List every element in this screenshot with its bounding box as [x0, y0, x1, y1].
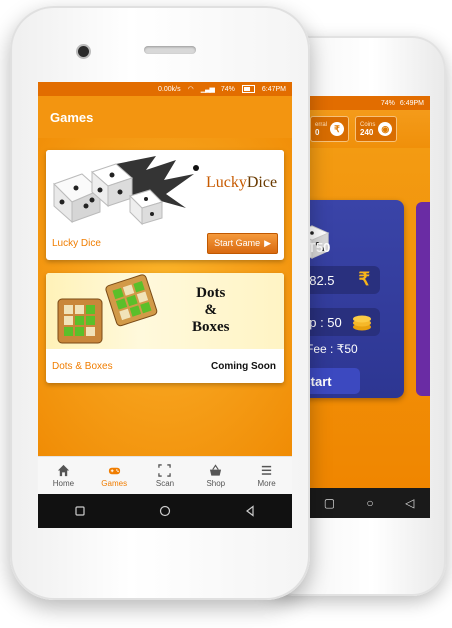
signal-icon: ▁▃▅	[200, 86, 215, 93]
nav-games-label: Games	[101, 479, 128, 488]
coins-required-text: up : 50	[308, 314, 342, 330]
games-list: LuckyDice Lucky Dice Start Game ▶ Dots &…	[38, 138, 292, 456]
coins-stack-icon	[353, 315, 371, 331]
logo-word-dice: Dice	[246, 174, 278, 191]
nav-shop[interactable]: Shop	[190, 457, 241, 495]
nav-more-label: More	[257, 479, 276, 488]
back-icon[interactable]	[244, 505, 256, 517]
logo-line-amp: &	[204, 302, 218, 318]
game-card-dots-boxes[interactable]: Dots & Boxes Dots & Boxes Coming Soon	[46, 273, 284, 383]
back-system-nav: ▢ ○ ◁	[308, 488, 430, 518]
camera-icon	[78, 46, 89, 57]
lucky-dice-logo: LuckyDice	[206, 174, 277, 192]
back-status-bar: 74% 6:49PM	[308, 96, 430, 110]
back-phone-screen: 74% 6:49PM erral 0 ₹ Coins 240 ◉ T50 82.…	[308, 96, 430, 518]
home-circle-icon[interactable]: ○	[366, 496, 373, 510]
nav-home[interactable]: Home	[38, 457, 89, 495]
scan-icon	[158, 464, 172, 477]
gamepad-icon	[108, 467, 120, 475]
back-stats-bar: erral 0 ₹ Coins 240 ◉	[308, 110, 430, 148]
coming-soon-label: Coming Soon	[211, 360, 276, 372]
rupee-icon: ₹	[330, 122, 345, 136]
home-icon	[57, 464, 69, 477]
card-footer: Lucky Dice Start Game ▶	[46, 226, 284, 260]
dots-boxes-cubes-icon	[57, 274, 158, 344]
start-game-button[interactable]: Start Game ▶	[207, 232, 278, 254]
coins-label: Coins	[360, 121, 376, 128]
page-title: Games	[50, 109, 94, 125]
game-card-lucky-dice[interactable]: LuckyDice Lucky Dice Start Game ▶	[46, 150, 284, 260]
clock: 6:49PM	[399, 99, 424, 107]
logo-line-dots: Dots	[196, 285, 226, 301]
coins-stat[interactable]: Coins 240 ◉	[355, 116, 398, 142]
lucky-dice-banner: LuckyDice	[46, 150, 284, 226]
back-icon[interactable]: ◁	[405, 496, 414, 510]
speaker-grille	[144, 46, 196, 54]
coins-required: up : 50	[308, 308, 380, 336]
nav-scan[interactable]: Scan	[140, 457, 191, 495]
recents-icon[interactable]	[74, 505, 86, 517]
nav-scan-label: Scan	[155, 479, 175, 488]
referral-value: 0	[315, 127, 320, 137]
game-card[interactable]: T50 : 82.5 ₹ up : 50 Fee : ₹50 Start	[308, 200, 404, 398]
system-navigation	[38, 494, 292, 528]
dots-boxes-banner: Dots & Boxes	[46, 273, 284, 349]
basket-icon	[210, 464, 222, 476]
back-content: T50 : 82.5 ₹ up : 50 Fee : ₹50 Start	[308, 148, 430, 488]
coins-value: 240	[360, 127, 374, 137]
nav-games[interactable]: Games	[89, 457, 140, 495]
coin-icon: ◉	[378, 122, 393, 136]
game-name: Dots & Boxes	[52, 360, 113, 372]
logo-word-lucky: Lucky	[206, 174, 247, 191]
battery-level: 74%	[220, 85, 235, 93]
entry-fee: Fee : ₹50	[308, 342, 358, 356]
front-phone-screen: 0.00k/s ◠ ▁▃▅ 74% 6:47PM Games LuckyDice…	[38, 82, 292, 528]
menu-icon	[261, 465, 272, 475]
referral-stat[interactable]: erral 0 ₹	[310, 116, 350, 142]
wifi-icon: ◠	[187, 86, 194, 93]
battery-level: 74%	[380, 99, 395, 107]
nav-home-label: Home	[52, 479, 75, 488]
rupee-icon: ₹	[358, 269, 370, 289]
network-speed: 0.00k/s	[158, 85, 181, 93]
bottom-navigation: Home Games Scan Shop More	[38, 456, 292, 495]
referral-label: erral	[315, 121, 328, 128]
recents-icon[interactable]: ▢	[324, 496, 335, 510]
clock: 6:47PM	[261, 85, 286, 93]
start-game-label: Start Game	[214, 238, 261, 248]
dots-boxes-logo: Dots & Boxes	[192, 285, 230, 336]
battery-icon	[241, 85, 255, 93]
game-name: Lucky Dice	[52, 237, 101, 249]
status-bar: 0.00k/s ◠ ▁▃▅ 74% 6:47PM	[38, 82, 292, 96]
entry-amount-text: : 82.5	[308, 272, 335, 288]
next-game-card[interactable]	[416, 202, 430, 396]
start-button[interactable]: Start	[308, 368, 360, 394]
logo-line-boxes: Boxes	[192, 319, 230, 335]
nav-shop-label: Shop	[206, 479, 226, 488]
card-footer: Dots & Boxes Coming Soon	[46, 349, 284, 383]
nav-more[interactable]: More	[241, 457, 292, 495]
game-title: T50	[308, 240, 331, 255]
home-circle-icon[interactable]	[159, 505, 171, 517]
play-arrow-icon: ▶	[264, 237, 271, 248]
entry-amount: : 82.5 ₹	[308, 266, 380, 294]
app-bar: Games	[38, 96, 292, 138]
